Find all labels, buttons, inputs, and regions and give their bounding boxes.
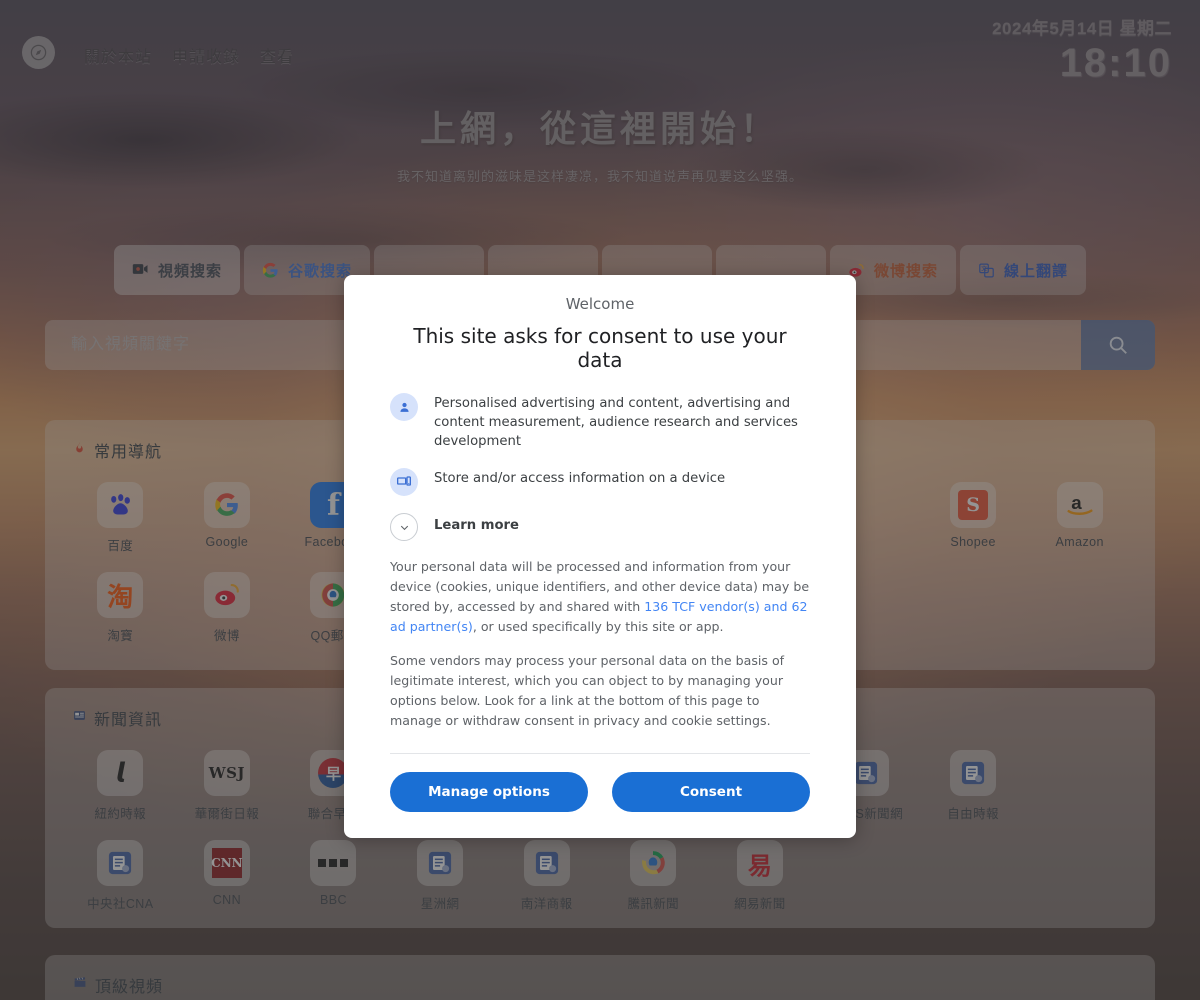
paragraph-1-after: , or used specifically by this site or a… bbox=[472, 619, 724, 635]
learn-more-row[interactable]: Learn more bbox=[390, 512, 810, 542]
consent-modal-layer: Welcome This site asks for consent to us… bbox=[0, 0, 1200, 1000]
person-icon bbox=[390, 393, 418, 421]
dialog-divider bbox=[390, 752, 810, 754]
dialog-title: This site asks for consent to use your d… bbox=[413, 324, 787, 372]
chevron-down-icon[interactable] bbox=[390, 513, 418, 542]
purpose-row-advertising: Personalised advertising and content, ad… bbox=[390, 392, 810, 451]
dialog-actions: Manage options Consent bbox=[390, 771, 810, 812]
dialog-paragraph-1: Your personal data will be processed and… bbox=[390, 557, 810, 637]
manage-options-button[interactable]: Manage options bbox=[390, 771, 588, 812]
purpose-row-storage: Store and/or access information on a dev… bbox=[390, 467, 810, 497]
consent-button[interactable]: Consent bbox=[612, 771, 810, 812]
dialog-welcome: Welcome bbox=[565, 295, 635, 313]
purpose-text: Personalised advertising and content, ad… bbox=[434, 396, 798, 450]
dialog-paragraph-2: Some vendors may process your personal d… bbox=[390, 652, 785, 728]
device-icon bbox=[390, 468, 418, 497]
consent-dialog: Welcome This site asks for consent to us… bbox=[344, 275, 856, 838]
learn-more-label[interactable]: Learn more bbox=[434, 512, 519, 533]
purpose-text: Store and/or access information on a dev… bbox=[434, 471, 726, 487]
